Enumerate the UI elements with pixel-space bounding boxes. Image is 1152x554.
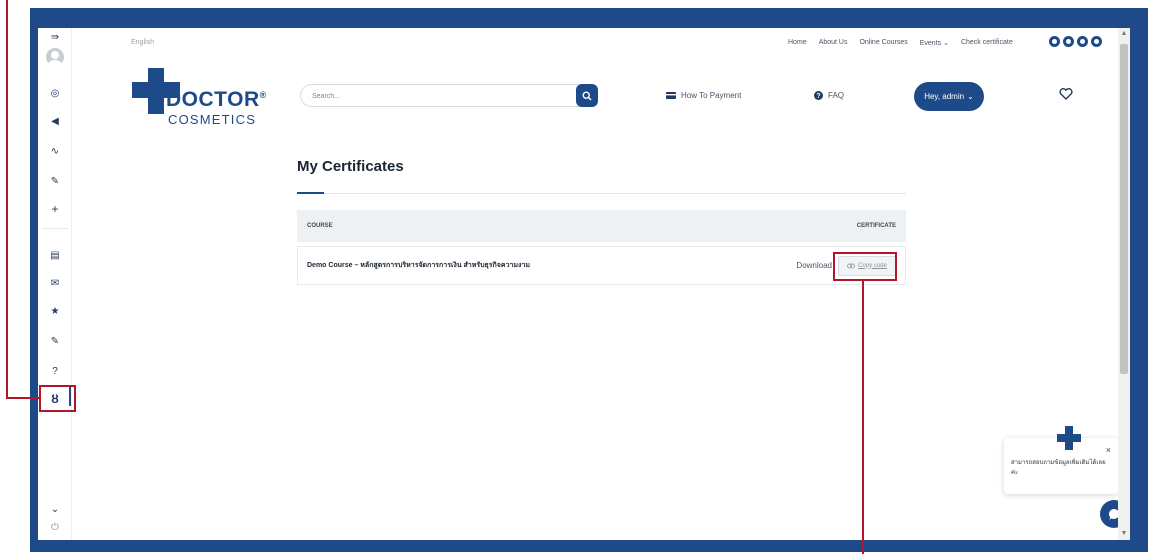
user-menu-label: Hey, admin (924, 92, 965, 101)
logo-brand-text: DOCTOR® (166, 88, 267, 111)
top-navigation: Home About Us Online Courses Events ⌄ Ch… (788, 39, 1013, 47)
search-icon (582, 90, 592, 100)
avatar[interactable] (46, 48, 64, 66)
scroll-thumb[interactable] (1120, 44, 1128, 374)
edit-icon[interactable]: ✎ (38, 172, 72, 190)
table-header: COURSE CERTIFICATE (297, 210, 906, 242)
messages-icon[interactable]: ✉ (38, 274, 72, 292)
chevron-down-icon: ⌄ (943, 40, 949, 47)
nav-events-label: Events (919, 40, 942, 47)
nav-about-us[interactable]: About Us (819, 39, 848, 47)
scroll-down-arrow[interactable]: ▼ (1120, 530, 1128, 538)
nav-home[interactable]: Home (788, 39, 807, 47)
youtube-icon[interactable] (1077, 36, 1088, 47)
dashboard-icon[interactable]: ◎ (38, 84, 72, 102)
top-bar: English Home About Us Online Courses Eve… (72, 28, 1118, 58)
certificates-table: COURSE CERTIFICATE Demo Course – หลักสูต… (297, 210, 906, 285)
faq-label: FAQ (828, 91, 845, 100)
title-accent-bar (297, 192, 324, 194)
site-logo[interactable]: DOCTOR® COSMETICS (130, 68, 270, 128)
search-input[interactable] (312, 89, 562, 103)
heart-icon (1059, 88, 1073, 100)
courses-icon[interactable]: ▤ (38, 246, 72, 264)
faq-link[interactable]: ? FAQ (814, 91, 844, 100)
language-selector[interactable]: English (131, 39, 154, 46)
search-button[interactable] (576, 84, 598, 107)
add-icon[interactable]: + (38, 200, 72, 218)
table-row: Demo Course – หลักสูตรการบริหารจัดการการ… (297, 246, 906, 285)
annotation-line (6, 397, 39, 399)
dashboard-sidebar: ⇛ ◎ ◀ ∿ ✎ + ▤ ✉ ★ ✎ ? ȣ ⌄ ⏻ (38, 28, 72, 540)
annotation-box-copy-code (833, 252, 897, 281)
page-title: My Certificates (297, 158, 404, 175)
chat-logo (1056, 426, 1082, 452)
help-icon[interactable]: ? (38, 362, 72, 380)
annotation-line (862, 281, 864, 554)
nav-online-courses[interactable]: Online Courses (859, 39, 907, 47)
facebook-icon[interactable] (1049, 36, 1060, 47)
page-scrollbar[interactable]: ▲ ▼ (1118, 28, 1130, 540)
chat-popup-text: สามารถสอบถามข้อมูลเพิ่มเติมได้เลยค่ะ (1011, 460, 1106, 476)
social-links (1049, 36, 1102, 47)
question-circle-icon: ? (814, 91, 823, 100)
logo-sub-text: COSMETICS (168, 112, 257, 127)
power-icon[interactable]: ⏻ (38, 518, 72, 536)
how-to-payment-label: How To Payment (681, 91, 742, 100)
browser-viewport: ⇛ ◎ ◀ ∿ ✎ + ▤ ✉ ★ ✎ ? ȣ ⌄ ⏻ English Home… (38, 28, 1130, 540)
search-box (300, 84, 598, 107)
scroll-up-arrow[interactable]: ▲ (1120, 30, 1128, 38)
nav-check-certificate[interactable]: Check certificate (961, 39, 1013, 47)
annotation-box-certificate-menu (39, 385, 76, 412)
menu-expand-icon[interactable]: ⇛ (38, 28, 72, 46)
sidebar-divider (42, 228, 68, 229)
annotation-line (6, 0, 8, 399)
analytics-icon[interactable]: ∿ (38, 142, 72, 160)
download-link[interactable]: Download (796, 261, 832, 270)
close-icon[interactable]: × (1106, 446, 1111, 455)
title-divider (297, 193, 906, 194)
course-title[interactable]: Demo Course – หลักสูตรการบริหารจัดการการ… (307, 260, 530, 271)
line-icon[interactable] (1091, 36, 1102, 47)
user-menu-button[interactable]: Hey, admin ⌄ (914, 82, 984, 111)
column-header-certificate: CERTIFICATE (856, 223, 896, 229)
instagram-icon[interactable] (1063, 36, 1074, 47)
svg-text:?: ? (816, 93, 820, 100)
chevron-down-icon: ⌄ (967, 92, 974, 101)
quiz-icon[interactable]: ✎ (38, 332, 72, 350)
reviews-icon[interactable]: ★ (38, 302, 72, 320)
column-header-course: COURSE (307, 223, 333, 229)
chevron-down-icon[interactable]: ⌄ (38, 500, 72, 518)
wishlist-button[interactable] (1058, 86, 1074, 102)
nav-events[interactable]: Events ⌄ (920, 39, 949, 47)
announcement-icon[interactable]: ◀ (38, 112, 72, 130)
how-to-payment-link[interactable]: How To Payment (666, 91, 741, 100)
credit-card-icon (666, 92, 676, 99)
